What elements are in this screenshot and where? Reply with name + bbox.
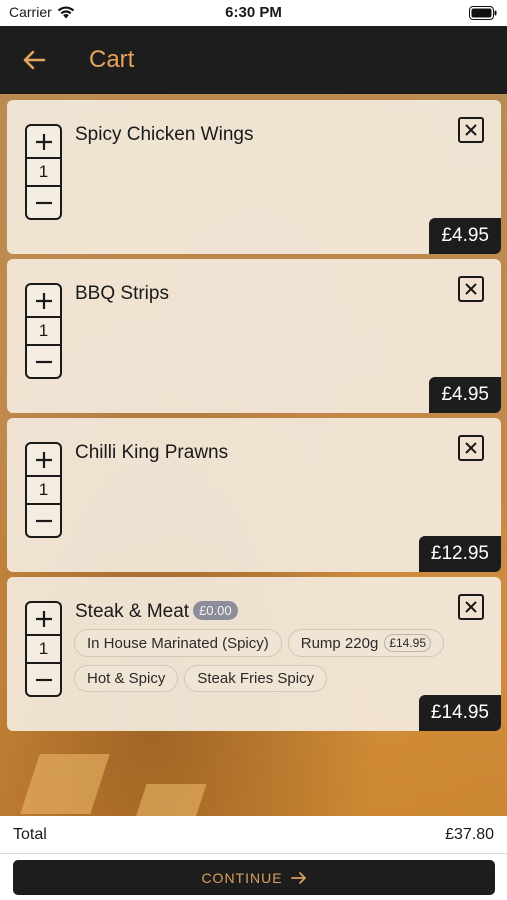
remove-item-button[interactable] xyxy=(458,594,484,620)
status-bar: Carrier 6:30 PM xyxy=(0,0,507,26)
quantity-value: 1 xyxy=(27,157,60,187)
remove-item-button[interactable] xyxy=(458,276,484,302)
item-price: £4.95 xyxy=(429,218,501,254)
item-price: £12.95 xyxy=(418,536,501,572)
option-label: Rump 220g xyxy=(300,634,379,652)
item-name: Chilli King Prawns xyxy=(75,442,229,463)
close-icon xyxy=(465,283,477,295)
background-decoration xyxy=(133,784,207,816)
arrow-right-icon xyxy=(290,871,306,884)
navigation-bar: Cart xyxy=(0,26,507,94)
option-label: Steak Fries Spicy xyxy=(197,670,315,687)
decrease-quantity-button[interactable] xyxy=(27,346,60,377)
quantity-stepper: 1 xyxy=(25,283,62,379)
minus-icon xyxy=(35,360,52,363)
cart-list[interactable]: 1 Spicy Chicken Wings £4.95 1 BBQ Strips… xyxy=(0,94,507,816)
total-row: Total £37.80 xyxy=(0,816,507,854)
decrease-quantity-button[interactable] xyxy=(27,664,60,695)
option-price: £14.95 xyxy=(384,634,432,652)
back-arrow-icon[interactable] xyxy=(20,46,48,74)
plus-icon xyxy=(35,133,52,150)
increase-quantity-button[interactable] xyxy=(27,126,60,157)
minus-icon xyxy=(35,201,52,204)
option-label: In House Marinated (Spicy) xyxy=(87,634,269,652)
continue-button[interactable]: CONTINUE xyxy=(13,860,495,895)
increase-quantity-button[interactable] xyxy=(27,285,60,316)
plus-icon xyxy=(35,451,52,468)
quantity-stepper: 1 xyxy=(25,442,62,538)
close-icon xyxy=(465,601,477,613)
item-price: £14.95 xyxy=(418,695,501,731)
option-chip: Steak Fries Spicy xyxy=(184,665,328,692)
total-label: Total xyxy=(13,826,47,843)
background-decoration xyxy=(20,754,110,814)
cart-item: 1 BBQ Strips £4.95 xyxy=(7,259,501,413)
remove-item-button[interactable] xyxy=(458,117,484,143)
close-icon xyxy=(465,124,477,136)
quantity-value: 1 xyxy=(27,316,60,346)
decrease-quantity-button[interactable] xyxy=(27,187,60,218)
item-name-with-base-price: Steak & Meat £0.00 xyxy=(75,601,238,623)
quantity-value: 1 xyxy=(27,475,60,505)
quantity-value: 1 xyxy=(27,634,60,664)
increase-quantity-button[interactable] xyxy=(27,603,60,634)
decrease-quantity-button[interactable] xyxy=(27,505,60,536)
minus-icon xyxy=(35,519,52,522)
remove-item-button[interactable] xyxy=(458,435,484,461)
page-title: Cart xyxy=(89,46,135,73)
plus-icon xyxy=(35,292,52,309)
option-label: Hot & Spicy xyxy=(87,670,166,687)
close-icon xyxy=(465,442,477,454)
item-price: £4.95 xyxy=(429,377,501,413)
total-value: £37.80 xyxy=(445,826,494,843)
quantity-stepper: 1 xyxy=(25,601,62,697)
item-name: Steak & Meat xyxy=(75,601,190,622)
item-options: In House Marinated (Spicy) Rump 220g £14.… xyxy=(74,629,464,692)
plus-icon xyxy=(35,610,52,627)
option-chip: Hot & Spicy xyxy=(74,665,179,692)
cart-item: 1 Spicy Chicken Wings £4.95 xyxy=(7,100,501,254)
quantity-stepper: 1 xyxy=(25,124,62,220)
item-name: BBQ Strips xyxy=(75,283,169,304)
cart-item: 1 Chilli King Prawns £12.95 xyxy=(7,418,501,572)
cart-item: 1 Steak & Meat £0.00 In House Marinated (… xyxy=(7,577,501,731)
status-time: 6:30 PM xyxy=(225,4,282,21)
option-chip: In House Marinated (Spicy) xyxy=(74,629,282,657)
base-price-badge: £0.00 xyxy=(193,601,238,620)
battery-icon xyxy=(469,6,497,20)
option-chip: Rump 220g £14.95 xyxy=(287,629,445,657)
continue-label: CONTINUE xyxy=(201,869,283,886)
item-name: Spicy Chicken Wings xyxy=(75,124,254,145)
increase-quantity-button[interactable] xyxy=(27,444,60,475)
minus-icon xyxy=(35,678,52,681)
